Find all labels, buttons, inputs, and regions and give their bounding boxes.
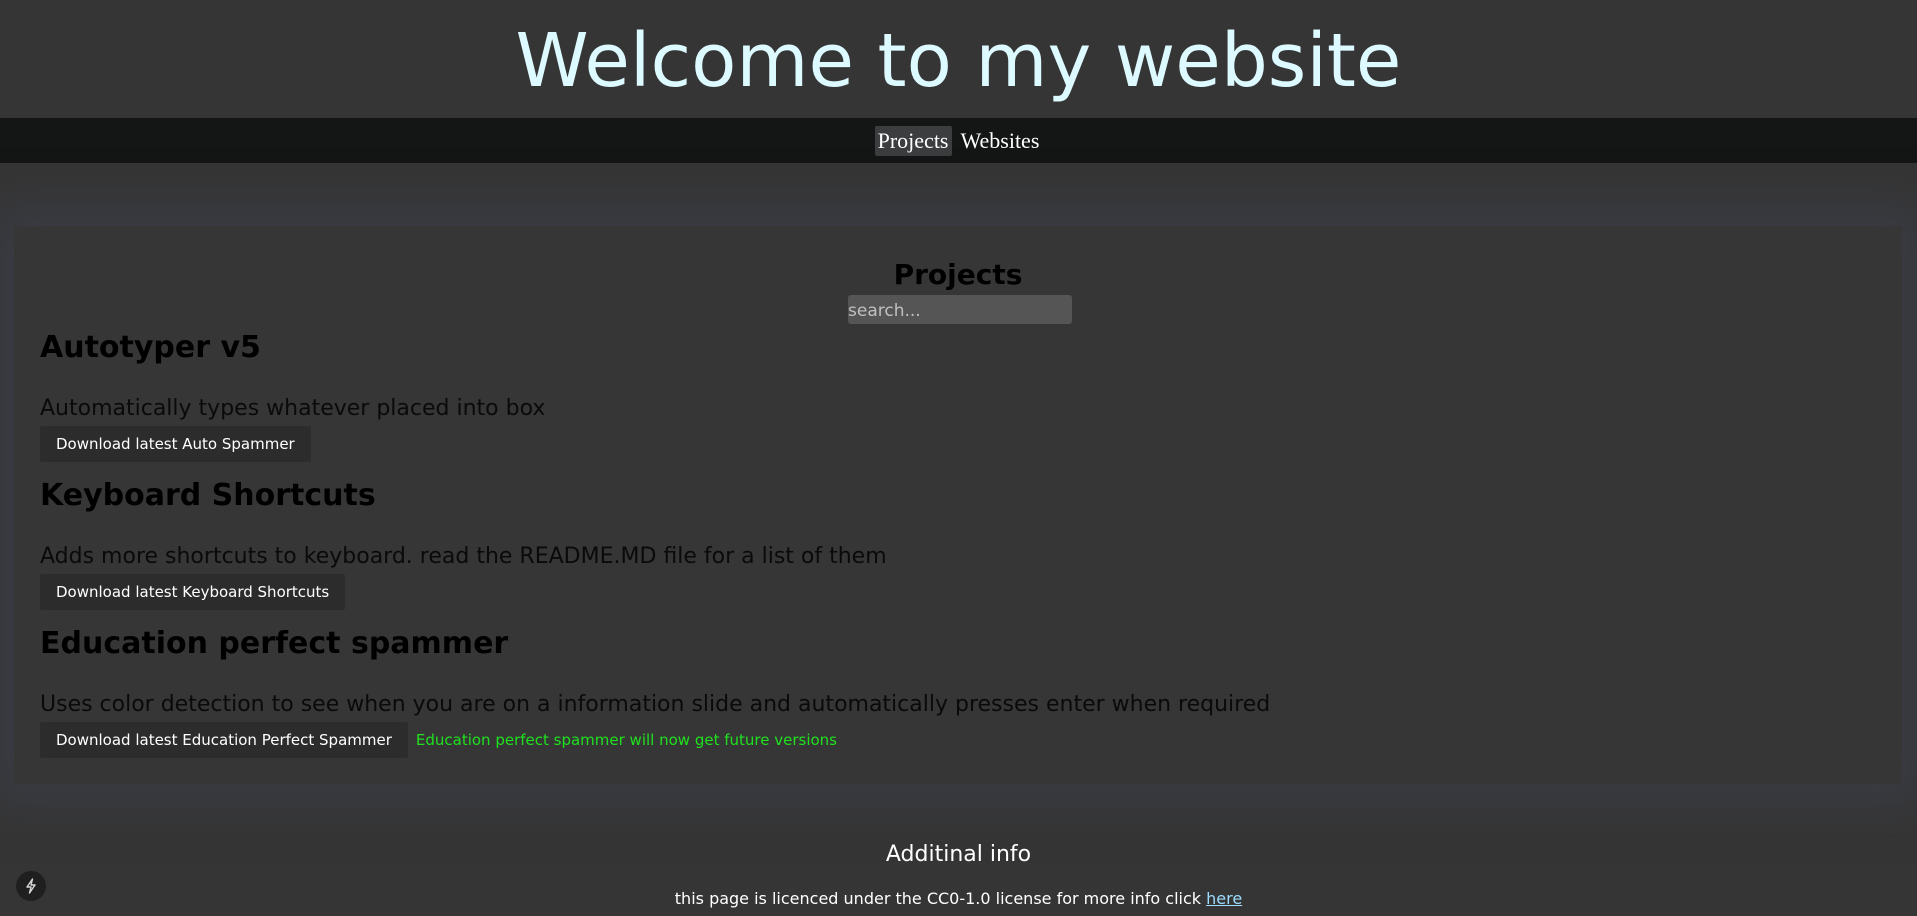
- project-title: Education perfect spammer: [40, 626, 509, 661]
- license-text-body: this page is licenced under the CC0-1.0 …: [674, 889, 1207, 908]
- search-input[interactable]: [848, 295, 1072, 324]
- nav-link-projects[interactable]: Projects: [874, 125, 952, 156]
- license-text: this page is licenced under the CC0-1.0 …: [0, 889, 1917, 908]
- bolt-icon[interactable]: [16, 871, 46, 901]
- projects-panel: Projects Autotyper v5 Automatically type…: [14, 226, 1902, 784]
- download-keyboard-shortcuts-button[interactable]: Download latest Keyboard Shortcuts: [40, 574, 346, 610]
- project-title: Keyboard Shortcuts: [40, 478, 376, 513]
- nav-bar: Projects Websites: [0, 118, 1917, 163]
- site-header: Welcome to my website: [0, 0, 1917, 118]
- projects-heading: Projects: [893, 258, 1023, 291]
- site-title: Welcome to my website: [515, 18, 1402, 104]
- project-keyboard-shortcuts: Keyboard Shortcuts Adds more shortcuts t…: [40, 478, 887, 610]
- project-description: Adds more shortcuts to keyboard. read th…: [40, 544, 887, 569]
- footer-heading: Additinal info: [885, 842, 1032, 867]
- page: Welcome to my website Projects Websites …: [0, 0, 1917, 916]
- project-education-perfect: Education perfect spammer Uses color det…: [40, 626, 1270, 758]
- button-row: Download latest Auto Spammer: [40, 426, 545, 462]
- project-description: Automatically types whatever placed into…: [40, 396, 546, 421]
- license-link[interactable]: here: [1206, 889, 1242, 908]
- project-autotyper: Autotyper v5 Automatically types whateve…: [40, 330, 545, 462]
- button-row: Download latest Keyboard Shortcuts: [40, 574, 887, 610]
- download-autotyper-button[interactable]: Download latest Auto Spammer: [40, 426, 311, 462]
- download-education-perfect-button[interactable]: Download latest Education Perfect Spamme…: [40, 722, 408, 758]
- project-description: Uses color detection to see when you are…: [40, 692, 1271, 717]
- project-title: Autotyper v5: [40, 330, 261, 365]
- nav-link-websites[interactable]: Websites: [958, 126, 1043, 156]
- update-note: Education perfect spammer will now get f…: [415, 731, 837, 749]
- button-row: Download latest Education Perfect Spamme…: [40, 722, 1270, 758]
